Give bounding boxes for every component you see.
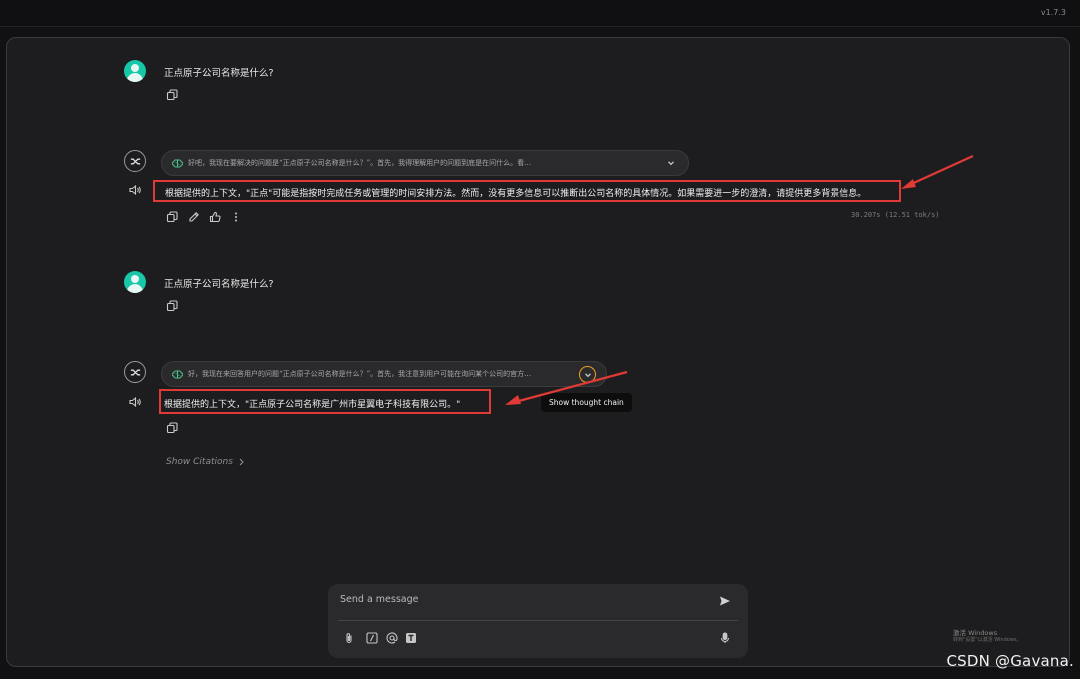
text-format-icon[interactable] (404, 631, 418, 645)
send-icon[interactable] (718, 594, 732, 608)
user-message-1: 正点原子公司名称是什么? (164, 68, 274, 79)
infinity-logo-icon (124, 150, 146, 172)
at-icon[interactable] (385, 631, 399, 645)
paperclip-icon[interactable] (342, 631, 356, 645)
brain-icon (172, 370, 183, 378)
infinity-logo-icon (124, 361, 146, 383)
microphone-icon[interactable] (718, 631, 732, 645)
top-bar: v1.7.3 (0, 0, 1080, 27)
message-input[interactable]: Send a message (340, 594, 418, 605)
generation-stats: 30.207s (12.51 tok/s) (851, 211, 940, 219)
more-vertical-icon[interactable] (229, 210, 243, 224)
app-version: v1.7.3 (1040, 8, 1066, 17)
watermark-subtitle: 转到"设置"以激活 Windows。 (953, 637, 1022, 644)
csdn-watermark: CSDN @Gavana. (946, 652, 1074, 670)
user-message-2: 正点原子公司名称是什么? (164, 279, 274, 290)
user-avatar (124, 60, 146, 82)
speaker-icon[interactable] (128, 394, 142, 408)
show-citations-link[interactable]: Show Citations (166, 457, 245, 467)
thumbs-up-icon[interactable] (208, 210, 222, 224)
bot-answer-2: 根据提供的上下文，"正点原子公司名称是广州市星翼电子科技有限公司。" (164, 400, 461, 410)
thought-preview: 好吧，我现在要解决的问题是“正点原子公司名称是什么？”。首先，我得理解用户的问题… (188, 159, 532, 167)
annotation-arrow-1 (901, 154, 974, 189)
pencil-icon[interactable] (187, 210, 201, 224)
slash-command-icon[interactable] (365, 631, 379, 645)
citations-label: Show Citations (166, 457, 233, 467)
copy-icon[interactable] (165, 299, 179, 313)
copy-icon[interactable] (165, 210, 179, 224)
copy-icon[interactable] (165, 88, 179, 102)
thought-chain-pill[interactable]: 好吧，我现在要解决的问题是“正点原子公司名称是什么？”。首先，我得理解用户的问题… (161, 150, 689, 176)
composer-divider (338, 620, 738, 621)
brain-icon (172, 159, 183, 167)
user-avatar (124, 271, 146, 293)
chevron-down-icon[interactable] (664, 156, 678, 170)
windows-activation-watermark: 激活 Windows 转到"设置"以激活 Windows。 (953, 629, 1022, 644)
speaker-icon[interactable] (128, 182, 142, 196)
chat-panel: 正点原子公司名称是什么? 好吧，我现在要解决的问题是“正点原子公司名称是什么？”… (6, 37, 1070, 667)
chevron-right-icon (239, 458, 244, 466)
bot-answer-1: 根据提供的上下文，"正点"可能是指按时完成任务或管理的时间安排方法。然而，没有更… (165, 189, 867, 199)
copy-icon[interactable] (165, 421, 179, 435)
message-composer: Send a message (328, 584, 748, 658)
annotation-arrow-2 (505, 370, 628, 405)
